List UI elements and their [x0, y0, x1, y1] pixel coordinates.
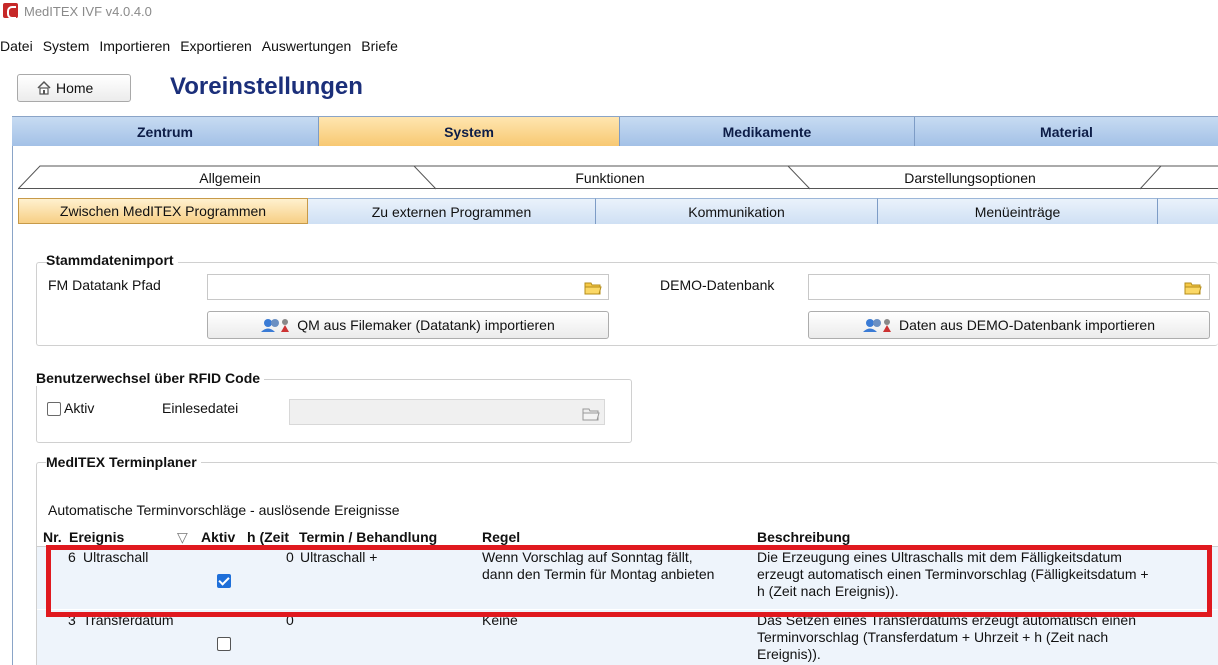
menu-datei[interactable]: Datei — [0, 36, 39, 58]
col-beschreibung[interactable]: Beschreibung — [757, 529, 850, 545]
row-regel-line1: Keine — [482, 612, 518, 628]
table-header: Nr. Ereignis ▽ Aktiv h (Zeit Termin / Be… — [37, 527, 1218, 547]
table-row[interactable]: 6 Ultraschall 0 Ultraschall + Wenn Vorsc… — [37, 547, 1218, 609]
row-beschreibung-line2: Terminvorschlag (Transferdatum + Uhrzeit… — [757, 629, 1109, 645]
home-button[interactable]: Home — [17, 74, 131, 102]
subtab-row1-baseline — [18, 188, 1218, 189]
title-bar: MedITEX IVF v4.0.4.0 — [0, 0, 1218, 22]
tab-allgemein[interactable]: Allgemein — [40, 170, 420, 186]
col-termin-behandlung[interactable]: Termin / Behandlung — [299, 529, 437, 545]
demo-import-button-label: Daten aus DEMO-Datenbank importieren — [898, 317, 1155, 333]
demo-import-button[interactable]: Daten aus DEMO-Datenbank importieren — [808, 311, 1210, 339]
table-row[interactable]: 3 Transferdatum 0 Keine Das Setzen eines… — [37, 609, 1218, 665]
row-beschreibung-line1: Das Setzen eines Transferdatums erzeugt … — [757, 612, 1136, 628]
row-beschreibung-line3: h (Zeit nach Ereignis)). — [757, 583, 899, 599]
fm-datatank-path-field[interactable] — [207, 274, 609, 300]
tab-menueeintraege[interactable]: Menüeinträge — [878, 198, 1158, 224]
col-regel[interactable]: Regel — [482, 529, 520, 545]
stammdatenimport-legend: Stammdatenimport — [46, 252, 178, 268]
home-button-label: Home — [56, 80, 94, 96]
demo-datenbank-label: DEMO-Datenbank — [660, 277, 775, 293]
window-title: MedITEX IVF v4.0.4.0 — [24, 4, 152, 19]
row-nr: 3 — [68, 612, 76, 628]
row-termin: Ultraschall + — [300, 549, 378, 565]
app-logo-icon — [3, 3, 18, 19]
tab-funktionen[interactable]: Funktionen — [420, 170, 800, 186]
col-nr[interactable]: Nr. — [43, 529, 62, 545]
home-icon — [37, 80, 51, 95]
menu-importieren[interactable]: Importieren — [99, 36, 176, 58]
rfid-aktiv-label: Aktiv — [64, 400, 95, 416]
users-icon — [862, 319, 891, 332]
row-nr: 6 — [68, 549, 76, 565]
row-beschreibung-line3: Ereignis)). — [757, 646, 821, 662]
fm-folder-icon[interactable] — [584, 281, 602, 295]
menu-exportieren[interactable]: Exportieren — [180, 36, 258, 58]
main-tab-bar: Zentrum System Medikamente Material — [12, 116, 1218, 147]
row-aktiv-checkbox[interactable] — [217, 637, 231, 651]
col-ereignis[interactable]: Ereignis — [69, 529, 124, 545]
tab-material[interactable]: Material — [915, 117, 1218, 147]
demo-folder-icon[interactable] — [1184, 281, 1202, 295]
qm-import-button[interactable]: QM aus Filemaker (Datatank) importieren — [207, 311, 609, 339]
row-ereignis: Transferdatum — [83, 612, 174, 628]
menu-system[interactable]: System — [43, 36, 96, 58]
col-h-zeit[interactable]: h (Zeit — [247, 529, 297, 545]
fm-datatank-label: FM Datatank Pfad — [48, 277, 161, 293]
qm-import-button-label: QM aus Filemaker (Datatank) importieren — [297, 317, 555, 333]
tab-zwischen-meditex-programmen[interactable]: Zwischen MedITEX Programmen — [18, 198, 308, 224]
tab-kommunikation[interactable]: Kommunikation — [596, 198, 878, 224]
row-beschreibung-line2: erzeugt automatisch einen Terminvorschla… — [757, 566, 1149, 582]
sort-indicator-icon: ▽ — [177, 529, 188, 545]
einlesedatei-field[interactable] — [289, 399, 605, 425]
tab-overflow — [1158, 198, 1218, 224]
page-title: Voreinstellungen — [170, 73, 363, 100]
rfid-aktiv-checkbox[interactable] — [47, 402, 61, 416]
menu-bar: Datei System Importieren Exportieren Aus… — [0, 36, 408, 58]
tab-system[interactable]: System — [319, 117, 620, 147]
row-regel-line1: Wenn Vorschlag auf Sonntag fällt, — [482, 549, 693, 565]
menu-briefe[interactable]: Briefe — [361, 36, 404, 58]
einlese-folder-icon[interactable] — [582, 407, 600, 421]
users-icon — [261, 319, 290, 332]
subtab-row2: Zwischen MedITEX Programmen Zu externen … — [18, 198, 1218, 224]
row-h-zeit: 0 — [286, 549, 294, 565]
row-aktiv-checkbox[interactable] — [217, 574, 231, 588]
terminplaner-subtitle: Automatische Terminvorschläge - auslösen… — [48, 502, 400, 518]
row-h-zeit: 0 — [286, 612, 294, 628]
tab-medikamente[interactable]: Medikamente — [620, 117, 915, 147]
demo-datenbank-field[interactable] — [808, 274, 1210, 300]
einlesedatei-label: Einlesedatei — [162, 400, 239, 416]
col-aktiv[interactable]: Aktiv — [201, 529, 235, 545]
rfid-legend: Benutzerwechsel über RFID Code — [36, 370, 265, 386]
row-beschreibung-line1: Die Erzeugung eines Ultraschalls mit dem… — [757, 549, 1122, 565]
terminplaner-legend: MedITEX Terminplaner — [46, 454, 201, 470]
terminvorschlaege-table: Nr. Ereignis ▽ Aktiv h (Zeit Termin / Be… — [36, 527, 1218, 665]
row-regel-line2: dann den Termin für Montag anbieten — [482, 566, 715, 582]
tab-zu-externen-programmen[interactable]: Zu externen Programmen — [308, 198, 596, 224]
tab-zentrum[interactable]: Zentrum — [12, 117, 319, 147]
row-ereignis: Ultraschall — [83, 549, 149, 565]
tab-darstellungsoptionen[interactable]: Darstellungsoptionen — [800, 170, 1140, 186]
menu-auswertungen[interactable]: Auswertungen — [262, 36, 358, 58]
